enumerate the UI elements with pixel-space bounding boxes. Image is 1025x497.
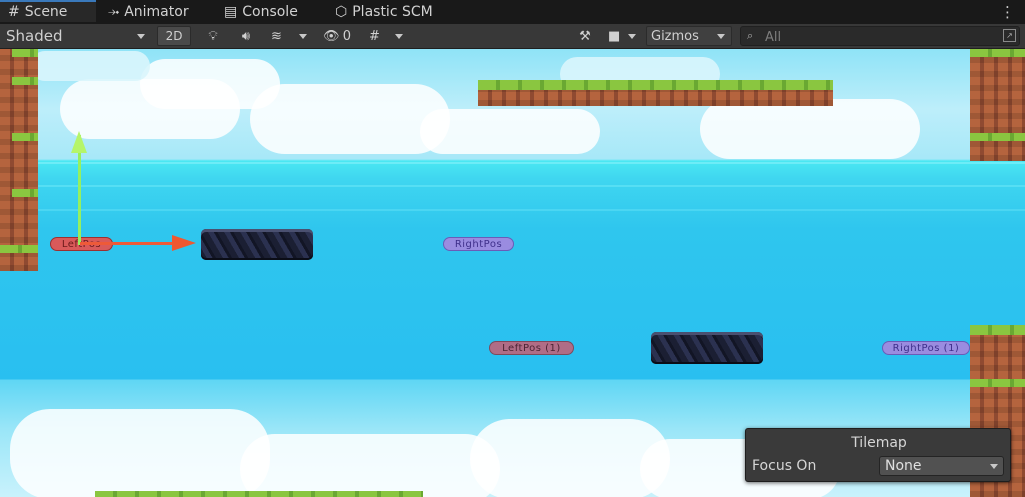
tab-console[interactable]: ▤ Console	[224, 0, 298, 24]
focus-on-dropdown[interactable]: None	[879, 456, 1004, 476]
editor-tab-bar: # Scene ⤞ Animator ▤ Console ⬡ Plastic S…	[0, 0, 1025, 24]
effects-dropdown[interactable]: ≋	[264, 26, 314, 46]
grid-snap-icon: #	[369, 28, 380, 44]
tab-animator-label: Animator	[124, 4, 189, 20]
cloud-sprite	[470, 419, 670, 497]
grass-tile	[12, 189, 38, 197]
chevron-down-icon	[717, 33, 725, 39]
grass-tile	[12, 133, 38, 141]
grass-tile	[12, 49, 38, 57]
search-icon: ⌕	[747, 29, 754, 42]
search-input[interactable]	[763, 28, 997, 46]
console-icon: ▤	[224, 4, 238, 20]
eye-hidden-icon: 👁︎	[323, 28, 340, 44]
grass-tile	[970, 49, 1025, 57]
cloud-sprite	[420, 109, 600, 154]
tab-plastic-scm-label: Plastic SCM	[352, 4, 433, 20]
cloud-sprite	[700, 99, 920, 159]
chevron-down-icon	[137, 33, 145, 39]
chevron-down-icon	[990, 463, 998, 469]
scene-search-field[interactable]: ⌕ ↗	[740, 26, 1020, 46]
hidden-objects-count: 0	[342, 28, 351, 44]
grass-tile	[970, 133, 1025, 141]
scene-visibility-toggle[interactable]: 👁︎ 0	[318, 26, 356, 46]
left-pos-1-marker[interactable]: LeftPos (1)	[489, 341, 574, 355]
moving-platform[interactable]	[201, 229, 313, 260]
chevron-down-icon	[299, 33, 307, 39]
right-pos-1-marker[interactable]: RightPos (1)	[882, 341, 970, 355]
plastic-scm-icon: ⬡	[335, 4, 348, 20]
scene-toolbar: Shaded 2D 💡︎ 🔊︎ ≋ 👁︎ 0 # ⚒ ■ Gizmos ⌕ ↗	[0, 24, 1025, 49]
grass-tile	[12, 77, 38, 85]
grid-icon: #	[8, 4, 20, 20]
tools-icon: ⚒	[579, 28, 591, 44]
wave-line	[0, 185, 1025, 187]
right-pos-marker[interactable]: RightPos	[443, 237, 514, 251]
layers-icon: ≋	[271, 28, 282, 44]
speaker-icon: 🔊︎	[241, 28, 251, 44]
tools-button[interactable]: ⚒	[572, 26, 598, 46]
tab-console-label: Console	[242, 4, 298, 20]
move-gizmo-x-axis[interactable]	[80, 242, 180, 245]
gizmos-label: Gizmos	[651, 28, 699, 44]
grass-tile	[0, 245, 38, 253]
focus-on-value: None	[885, 458, 922, 474]
cloud-sprite	[250, 84, 450, 154]
lightbulb-icon: 💡︎	[208, 28, 218, 44]
move-gizmo-y-arrow-icon[interactable]	[71, 131, 87, 153]
animator-icon: ⤞	[108, 4, 120, 20]
move-gizmo-x-arrow-icon[interactable]	[172, 235, 196, 251]
grid-snapping-dropdown[interactable]: #	[362, 26, 410, 46]
more-options-icon[interactable]: ⋮	[1000, 0, 1015, 24]
overlay-title: Tilemap	[851, 435, 907, 451]
cloud-sprite	[30, 51, 150, 81]
top-platform-grass	[478, 80, 833, 90]
tilemap-overlay-panel: Tilemap Focus On None	[745, 428, 1011, 482]
tab-scene-label: Scene	[24, 4, 68, 20]
toggle-2d-button[interactable]: 2D	[157, 26, 191, 46]
tab-animator[interactable]: ⤞ Animator	[108, 0, 189, 24]
tab-scene[interactable]: # Scene	[0, 0, 96, 22]
tab-plastic-scm[interactable]: ⬡ Plastic SCM	[335, 0, 433, 24]
shading-mode-value: Shaded	[6, 27, 63, 45]
focus-on-label: Focus On	[752, 458, 817, 474]
horizon-line	[0, 162, 1025, 164]
grass-tile	[970, 379, 1025, 387]
audio-toggle-button[interactable]: 🔊︎	[233, 26, 259, 46]
cloud-sprite	[10, 409, 270, 497]
chevron-down-icon	[395, 33, 403, 39]
camera-dropdown[interactable]: ■	[602, 26, 642, 46]
wave-line	[0, 209, 1025, 211]
shading-mode-dropdown[interactable]: Shaded	[0, 26, 154, 46]
lighting-toggle-button[interactable]: 💡︎	[200, 26, 226, 46]
right-wall-upper-tiles	[970, 49, 1025, 161]
bottom-ground-tiles	[95, 491, 423, 497]
chevron-down-icon	[628, 33, 636, 39]
moving-platform[interactable]	[651, 332, 763, 364]
grass-tile	[970, 325, 1025, 335]
camera-icon: ■	[608, 28, 621, 44]
cloud-sprite	[240, 434, 500, 497]
expand-icon[interactable]: ↗	[1003, 29, 1016, 42]
gizmos-dropdown[interactable]: Gizmos	[646, 26, 732, 46]
